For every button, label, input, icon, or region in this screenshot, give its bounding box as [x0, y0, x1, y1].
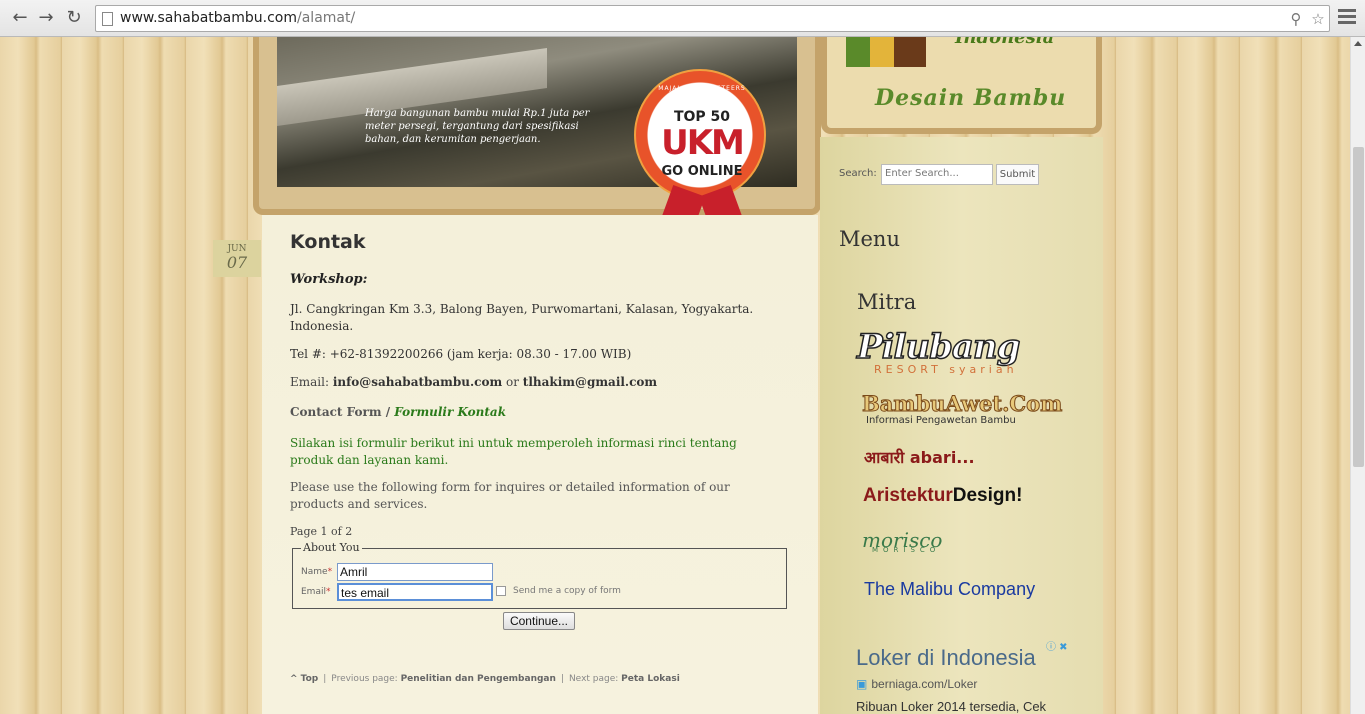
instruction-en: Please use the following form for inquir…: [290, 480, 730, 511]
instruction-id: Silakan isi formulir berikut ini untuk m…: [290, 436, 737, 467]
partner-malibu-logo[interactable]: The Malibu Company: [864, 579, 1035, 600]
ad-url-text: berniaga.com/Loker: [871, 677, 978, 691]
ad-text: Ribuan Loker 2014 tersedia, Cek: [856, 699, 1047, 714]
ad-title[interactable]: Loker di Indonesia: [856, 645, 1036, 671]
site-logo-mark[interactable]: [846, 37, 926, 67]
email-prefix: Email:: [290, 375, 333, 389]
partner-pilubang-logo[interactable]: Pilubang: [856, 326, 1021, 368]
top50-ukm-badge[interactable]: MAJALAH MARKETEERS TOP 50 UKM GO ONLINE: [634, 69, 766, 254]
ad-favicon-icon: ▣: [856, 677, 868, 691]
arsi-part-a: Aristektur: [863, 485, 953, 506]
email-label-text: Email: [301, 587, 326, 597]
top-link[interactable]: ^ Top: [290, 674, 318, 684]
vertical-scrollbar[interactable]: [1350, 37, 1365, 714]
arsi-part-b: Design!: [952, 485, 1023, 506]
cf-prefix: Contact Form /: [290, 405, 395, 419]
partner-morisco-logo[interactable]: morisco MORISCO: [862, 522, 998, 564]
badge-go-online-text: GO ONLINE: [661, 164, 743, 179]
email-link-1[interactable]: info@sahabatbambu.com: [333, 375, 502, 389]
email-line: Email: info@sahabatbambu.com or tlhakim@…: [290, 374, 780, 391]
name-label-text: Name: [301, 567, 328, 577]
url-path: /alamat/: [297, 10, 356, 26]
send-copy-checkbox[interactable]: [496, 586, 506, 596]
footer-sep-2: |: [560, 674, 564, 684]
back-arrow-icon[interactable]: ←: [9, 7, 31, 29]
footer-sep-1: |: [323, 674, 327, 684]
partner-abari-logo[interactable]: आबारी abari...: [864, 446, 975, 468]
page-title: Kontak: [290, 231, 366, 253]
search-label: Search:: [839, 168, 877, 179]
browser-menu-icon[interactable]: [1338, 9, 1356, 27]
page-icon: [102, 12, 113, 26]
bookmark-star-icon[interactable]: ☆: [1308, 9, 1328, 29]
next-label: Next page:: [568, 674, 622, 684]
url-host: www.sahabatbambu.com: [120, 10, 298, 26]
address-bar[interactable]: www.sahabatbambu.com/alamat/ ⚲ ☆: [95, 5, 1330, 32]
email-label: Email*: [301, 587, 330, 597]
address-url: www.sahabatbambu.com/alamat/: [120, 10, 355, 26]
ad-url[interactable]: ▣ berniaga.com/Loker: [856, 677, 977, 691]
formulir-kontak-link[interactable]: Formulir Kontak: [394, 405, 506, 419]
banner-caption: Harga bangunan bambu mulai Rp.1 juta per…: [365, 108, 590, 145]
reload-icon[interactable]: ↻: [63, 7, 85, 29]
partner-pilubang-sub: RESORT syariah: [874, 363, 1018, 376]
ad-choices-icon[interactable]: ⓘ ✖: [1046, 638, 1076, 653]
logo-tagline: Desain Bambu: [875, 85, 1067, 111]
scroll-up-icon[interactable]: [1354, 41, 1362, 46]
forward-arrow-icon[interactable]: →: [35, 7, 57, 29]
search-icon[interactable]: ⚲: [1286, 9, 1306, 29]
badge-ukm-text: UKM: [661, 123, 745, 163]
form-page-count: Page 1 of 2: [290, 525, 353, 538]
next-page-link[interactable]: Peta Lokasi: [621, 674, 680, 684]
post-day: 07: [226, 253, 248, 272]
name-field[interactable]: Amril: [337, 563, 493, 581]
scrollbar-thumb[interactable]: [1353, 147, 1364, 467]
footer-nav: ^ Top | Previous page: Penelitian dan Peng…: [290, 674, 680, 684]
phone-text: Tel #: +62-81392200266 (jam kerja: 08.30…: [290, 347, 632, 361]
name-required-mark: *: [327, 567, 333, 577]
name-label: Name*: [301, 567, 332, 577]
menu-heading: Menu: [839, 227, 900, 251]
partner-arsitektur-logo[interactable]: AristekturDesign!: [863, 485, 1022, 507]
prev-page-link[interactable]: Penelitian dan Pengembangan: [401, 674, 556, 684]
partner-bambuawet-logo[interactable]: BambuAwet.Com: [861, 391, 1062, 417]
search-submit-button[interactable]: Submit: [996, 164, 1039, 185]
fieldset-legend: About You: [301, 541, 362, 554]
browser-toolbar: ← → ↻ www.sahabatbambu.com/alamat/ ⚲ ☆: [0, 0, 1365, 37]
workshop-heading: Workshop:: [290, 272, 368, 287]
email-link-2[interactable]: tlhakim@gmail.com: [523, 375, 657, 389]
logo-country-text: Indonesia: [955, 37, 1055, 48]
page-viewport: Harga bangunan bambu mulai Rp.1 juta per…: [0, 37, 1350, 714]
email-or: or: [502, 375, 523, 389]
contact-form-heading: Contact Form / Formulir Kontak: [290, 404, 780, 421]
post-date: JUN 07: [213, 240, 261, 277]
email-required-mark: *: [325, 587, 331, 597]
address-text: Jl. Cangkringan Km 3.3, Balong Bayen, Pu…: [290, 302, 754, 333]
badge-arc-text: MAJALAH MARKETEERS: [658, 85, 746, 92]
search-input[interactable]: Enter Search...: [881, 164, 993, 185]
morisco-text: MORISCO: [872, 546, 941, 554]
send-copy-label: Send me a copy of form: [513, 586, 621, 596]
partner-bambuawet-sub: Informasi Pengawetan Bambu: [866, 415, 1016, 426]
prev-label: Previous page:: [331, 674, 401, 684]
mitra-heading: Mitra: [857, 290, 917, 314]
email-field[interactable]: tes email: [337, 583, 493, 601]
continue-button[interactable]: Continue...: [503, 612, 575, 630]
